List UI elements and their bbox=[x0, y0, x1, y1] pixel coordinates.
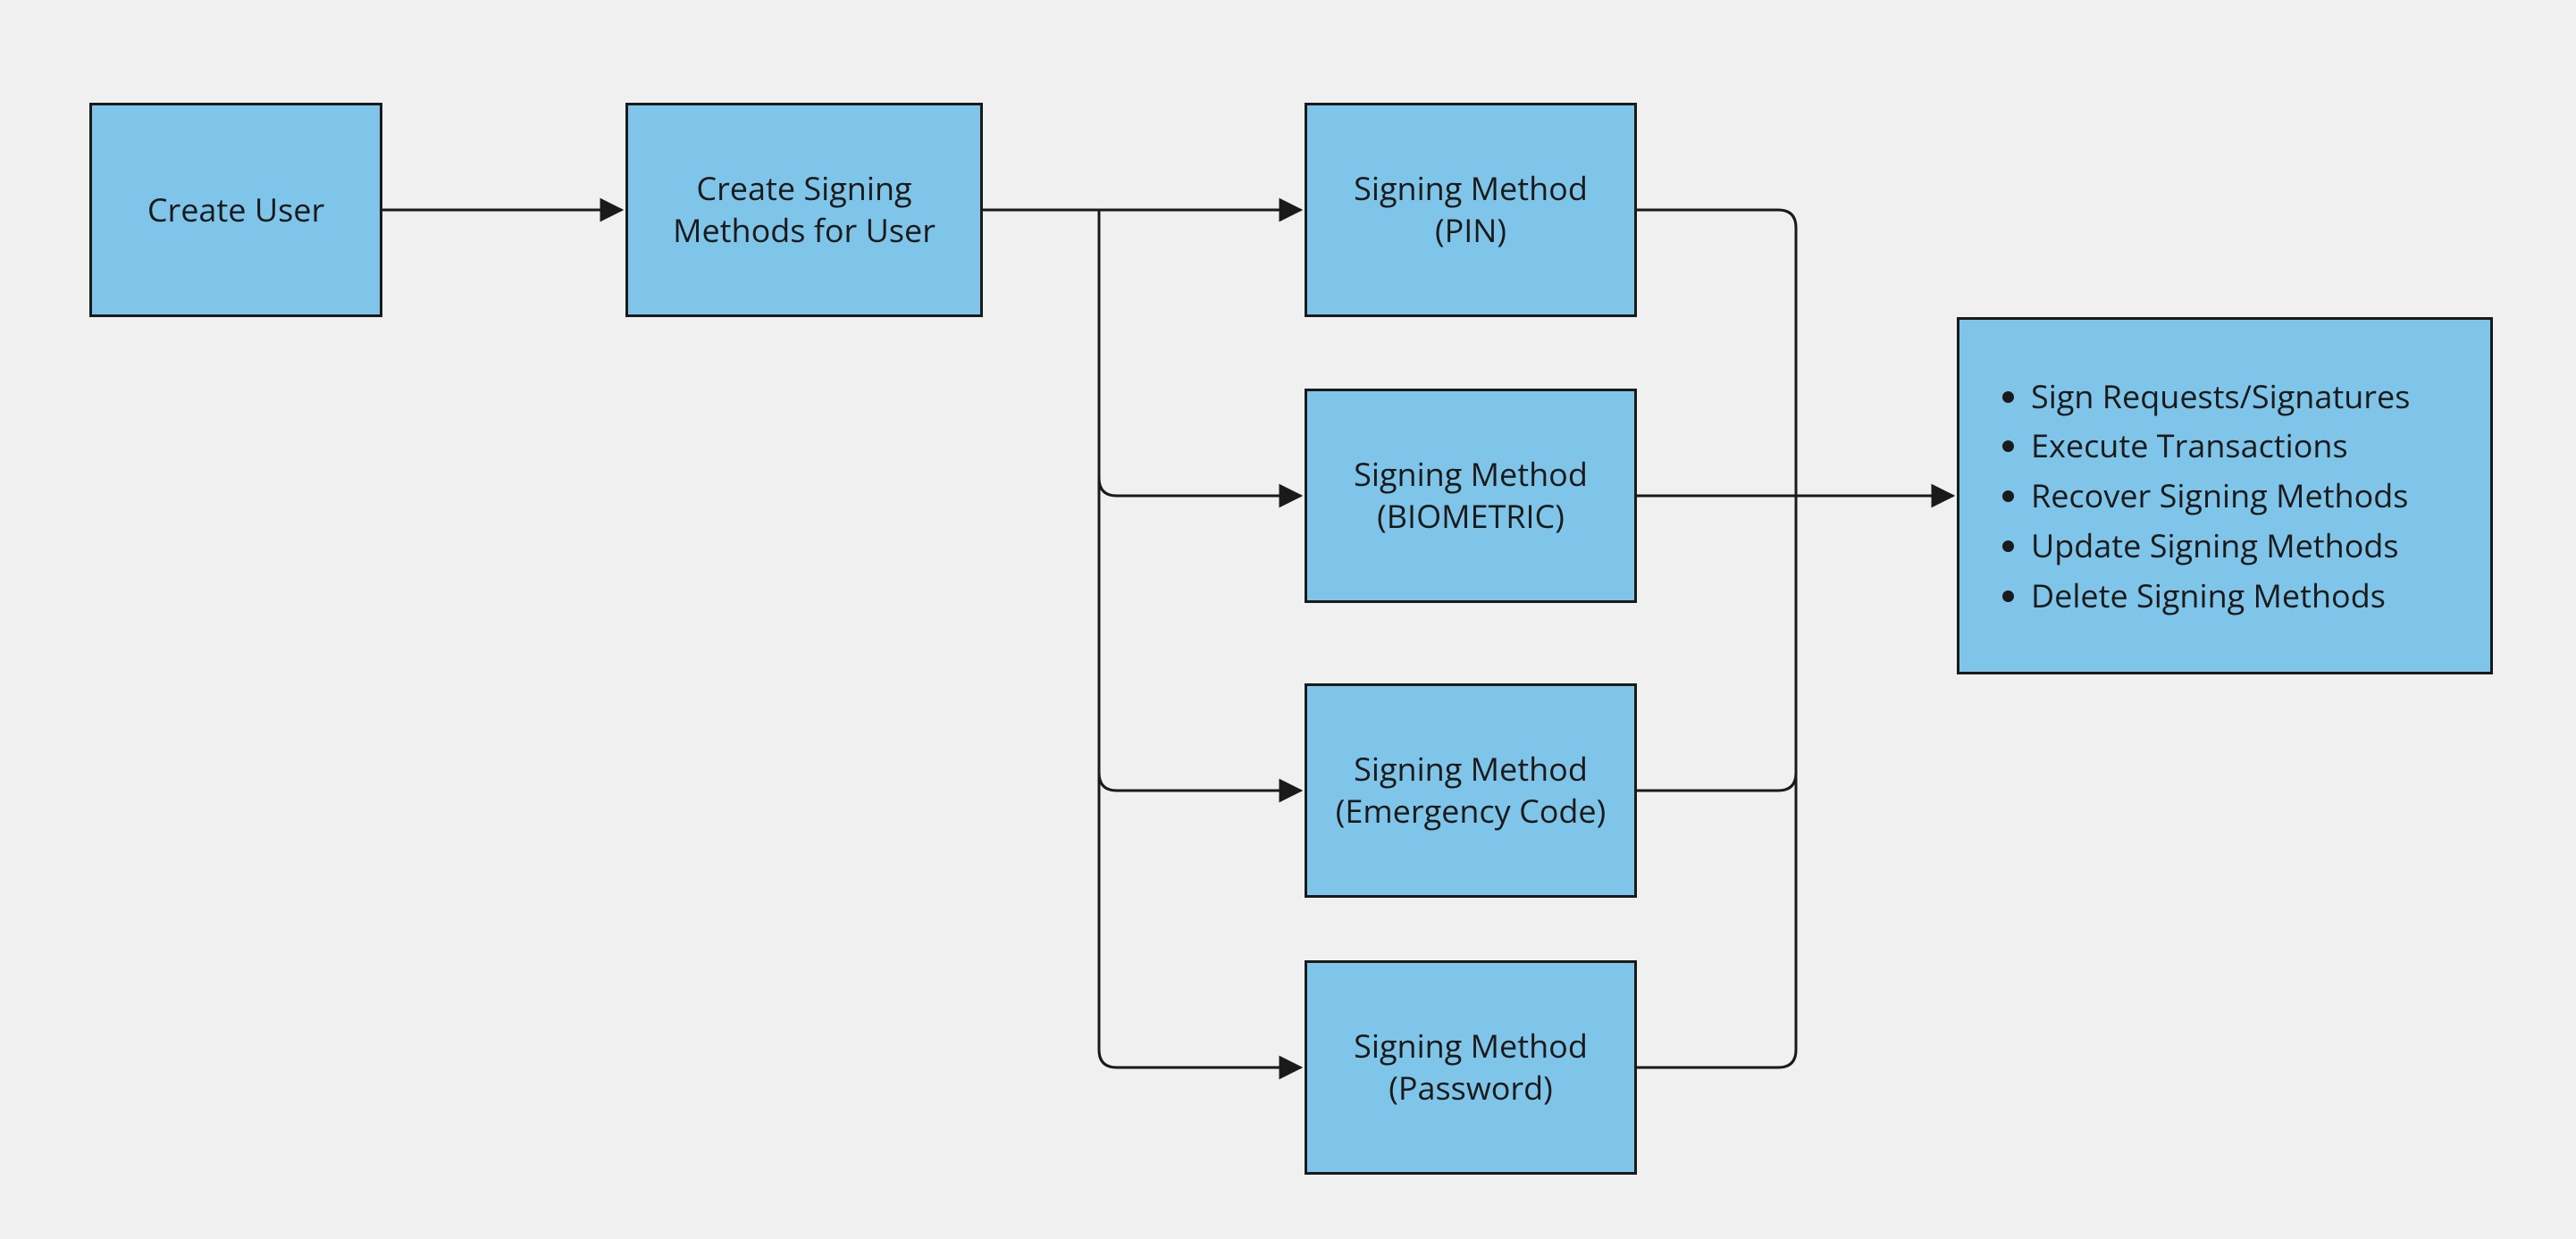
node-label: Signing Method (BIOMETRIC) bbox=[1325, 454, 1616, 538]
diagram-canvas: Create User Create Signing Methods for U… bbox=[0, 0, 2576, 1239]
node-signing-method-emergency: Signing Method (Emergency Code) bbox=[1305, 683, 1637, 898]
action-item: Delete Signing Methods bbox=[2031, 571, 2410, 621]
node-label: Signing Method (PIN) bbox=[1325, 168, 1616, 252]
node-signing-method-pin: Signing Method (PIN) bbox=[1305, 103, 1637, 317]
action-item: Sign Requests/Signatures bbox=[2031, 372, 2410, 422]
node-label: Create Signing Methods for User bbox=[646, 168, 962, 252]
actions-list: Sign Requests/Signatures Execute Transac… bbox=[1995, 372, 2410, 621]
action-item: Execute Transactions bbox=[2031, 421, 2410, 471]
node-label: Create User bbox=[147, 189, 324, 231]
node-label: Signing Method (Password) bbox=[1325, 1026, 1616, 1109]
action-item: Recover Signing Methods bbox=[2031, 471, 2410, 521]
node-label: Signing Method (Emergency Code) bbox=[1325, 749, 1616, 833]
action-item: Update Signing Methods bbox=[2031, 521, 2410, 571]
node-create-user: Create User bbox=[89, 103, 382, 317]
node-signing-method-password: Signing Method (Password) bbox=[1305, 960, 1637, 1175]
node-signing-method-biometric: Signing Method (BIOMETRIC) bbox=[1305, 389, 1637, 603]
node-actions: Sign Requests/Signatures Execute Transac… bbox=[1957, 317, 2493, 674]
node-create-signing-methods: Create Signing Methods for User bbox=[625, 103, 983, 317]
